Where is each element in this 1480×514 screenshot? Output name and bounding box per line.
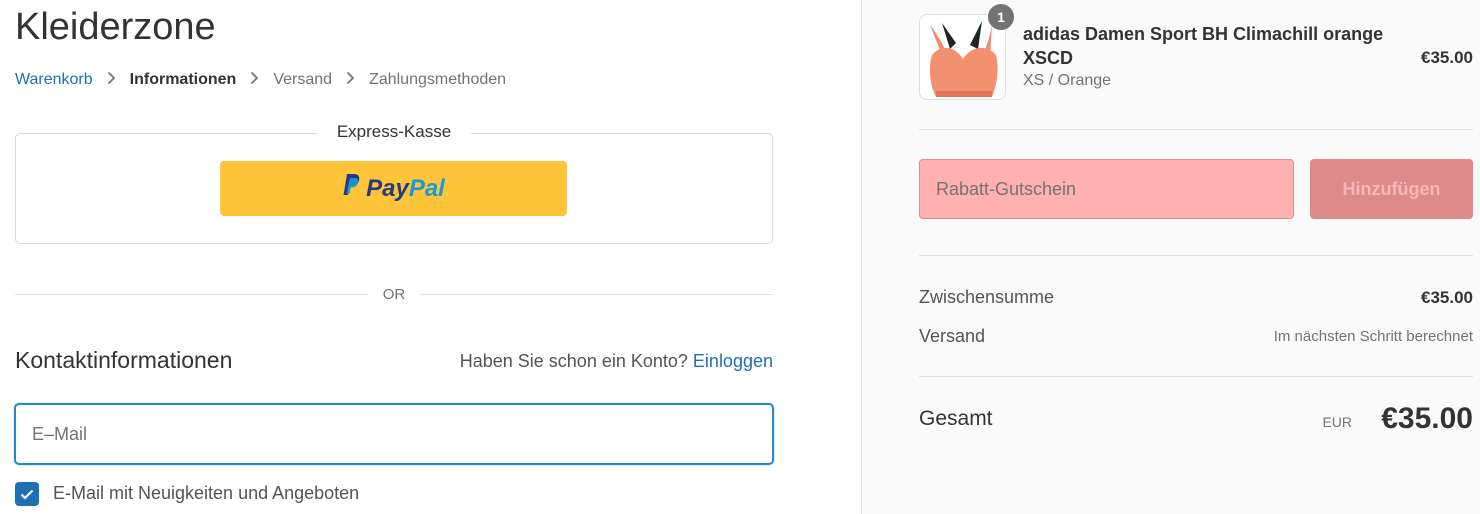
checkmark-icon bbox=[20, 489, 34, 500]
coupon-input[interactable] bbox=[919, 159, 1294, 219]
summary-divider bbox=[919, 255, 1473, 256]
contact-section-title: Kontaktinformationen bbox=[15, 347, 233, 373]
or-divider-left bbox=[15, 294, 368, 295]
newsletter-label[interactable]: E-Mail mit Neuigkeiten und Angeboten bbox=[53, 483, 359, 504]
breadcrumb-shipping: Versand bbox=[273, 71, 333, 88]
breadcrumb-cart-link[interactable]: Warenkorb bbox=[15, 71, 93, 89]
total-label: Gesamt bbox=[919, 407, 993, 430]
chevron-right-icon bbox=[346, 71, 355, 90]
apply-coupon-button[interactable]: Hinzufügen bbox=[1310, 159, 1473, 219]
paypal-button[interactable]: Pay Pal bbox=[220, 161, 567, 216]
shipping-label: Versand bbox=[919, 326, 986, 346]
chevron-right-icon bbox=[250, 71, 259, 90]
email-field[interactable] bbox=[14, 403, 774, 465]
order-summary-panel: 1 adidas Damen Sport BH Climachill orang… bbox=[861, 0, 1480, 514]
express-checkout-title: Express-Kasse bbox=[317, 119, 471, 145]
paypal-pal-text: Pal bbox=[408, 174, 445, 202]
store-title[interactable]: Kleiderzone bbox=[15, 6, 216, 49]
or-divider-right bbox=[420, 294, 773, 295]
paypal-pay-text: Pay bbox=[366, 174, 409, 202]
total-currency: EUR bbox=[1322, 414, 1352, 430]
shipping-value: Im nächsten Schritt berechnet bbox=[1273, 328, 1473, 345]
paypal-logo: Pay Pal bbox=[342, 173, 445, 204]
summary-divider bbox=[919, 129, 1473, 130]
quantity-badge: 1 bbox=[987, 3, 1015, 31]
breadcrumb: Warenkorb Informationen Versand Zahlungs… bbox=[15, 70, 506, 90]
paypal-icon bbox=[342, 173, 362, 204]
product-variant: XS / Orange bbox=[1023, 72, 1112, 89]
or-divider-text: OR bbox=[382, 286, 406, 303]
newsletter-checkbox[interactable] bbox=[15, 482, 39, 506]
summary-divider bbox=[919, 376, 1473, 377]
chevron-right-icon bbox=[107, 71, 116, 90]
account-prompt: Haben Sie schon ein Konto? Einloggen bbox=[460, 351, 773, 372]
breadcrumb-payment: Zahlungsmethoden bbox=[369, 71, 507, 88]
breadcrumb-information: Informationen bbox=[129, 71, 237, 88]
subtotal-label: Zwischensumme bbox=[919, 287, 1055, 307]
product-price: €35.00 bbox=[1421, 48, 1473, 67]
product-name: adidas Damen Sport BH Climachill orange … bbox=[1023, 24, 1384, 68]
checkout-main-panel: Kleiderzone Warenkorb Informationen Vers… bbox=[0, 0, 861, 514]
account-prompt-text: Haben Sie schon ein Konto? bbox=[459, 351, 688, 371]
login-link[interactable]: Einloggen bbox=[693, 351, 773, 371]
subtotal-value: €35.00 bbox=[1421, 288, 1473, 307]
total-amount: €35.00 bbox=[1381, 402, 1473, 435]
